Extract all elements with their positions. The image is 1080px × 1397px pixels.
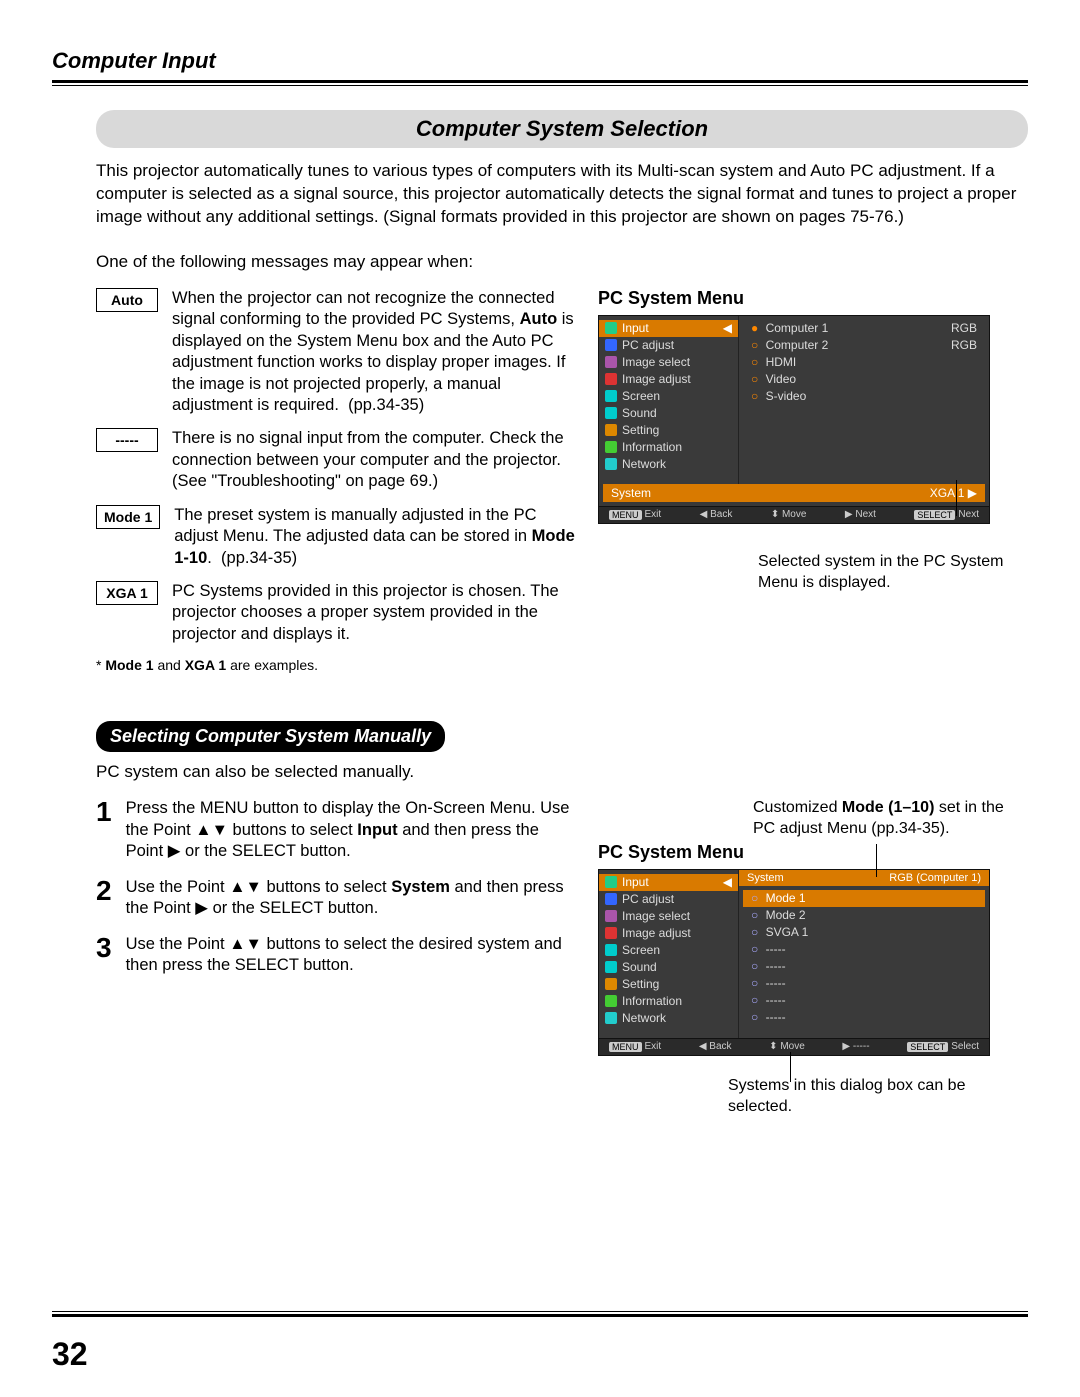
label-box: Auto	[96, 288, 158, 312]
menu-icon	[605, 893, 617, 905]
menu-right-item: ○ S-video	[743, 388, 985, 405]
menu-right-item: ○ Mode 2	[743, 907, 985, 924]
section-title: Computer System Selection	[96, 110, 1028, 148]
menu-right-item: ○ -----	[743, 941, 985, 958]
menu-left-item: Network	[599, 456, 738, 473]
menu-icon	[605, 876, 617, 888]
step-desc: Press the MENU button to display the On-…	[126, 798, 576, 862]
subsection-title: Selecting Computer System Manually	[96, 721, 445, 752]
menu-icon	[605, 339, 617, 351]
menu-icon	[605, 424, 617, 436]
menu-right-item: ○ -----	[743, 1009, 985, 1026]
menu-left-item: Screen	[599, 942, 738, 959]
menu-icon	[605, 373, 617, 385]
menu-left-item: Image adjust	[599, 371, 738, 388]
menu-right-item: ○ Mode 1	[743, 890, 985, 907]
menu-left-item: Input◀	[599, 320, 738, 337]
pc-system-menu-2: Input◀PC adjustImage selectImage adjustS…	[598, 869, 990, 1056]
menu-left-item: Input◀	[599, 874, 738, 891]
menu-left-item: Screen	[599, 388, 738, 405]
menu-right-item: ○ -----	[743, 992, 985, 1009]
menu-left-item: Network	[599, 1010, 738, 1027]
menu-right-item: ● Computer 1RGB	[743, 320, 985, 337]
menu-icon	[605, 927, 617, 939]
label-box: Mode 1	[96, 505, 160, 529]
page-header: Computer Input	[52, 48, 1028, 74]
menu-left-item: Information	[599, 439, 738, 456]
menu-left-item: Image select	[599, 908, 738, 925]
menu-icon	[605, 322, 617, 334]
menu-left-item: Image select	[599, 354, 738, 371]
menu-icon	[605, 961, 617, 973]
msg-desc: There is no signal input from the comput…	[172, 428, 576, 492]
menu-left-item: PC adjust	[599, 337, 738, 354]
menu-left-item: Sound	[599, 405, 738, 422]
menu2-top-caption: Customized Mode (1–10) set in the PC adj…	[753, 798, 1028, 840]
manual-intro: PC system can also be selected manually.	[96, 762, 1028, 782]
step-number: 3	[96, 934, 112, 977]
menu-right-item: ○ HDMI	[743, 354, 985, 371]
step-number: 2	[96, 877, 112, 920]
menu-icon	[605, 1012, 617, 1024]
intro-text: This projector automatically tunes to va…	[96, 160, 1028, 229]
step-desc: Use the Point ▲▼ buttons to select the d…	[126, 934, 576, 977]
menu-left-item: Setting	[599, 976, 738, 993]
menu-left-item: Image adjust	[599, 925, 738, 942]
menu2-title: PC System Menu	[598, 842, 1028, 863]
label-box: -----	[96, 428, 158, 452]
menu-left-item: PC adjust	[599, 891, 738, 908]
step-number: 1	[96, 798, 112, 862]
system-row: SystemXGA 1 ▶	[603, 484, 985, 502]
menu-left-item: Sound	[599, 959, 738, 976]
msg-desc: The preset system is manually adjusted i…	[174, 505, 576, 569]
menu-icon	[605, 458, 617, 470]
page-number: 32	[52, 1336, 88, 1373]
menu-right-item: ○ -----	[743, 975, 985, 992]
msg-desc: When the projector can not recognize the…	[172, 288, 576, 417]
menu1-title: PC System Menu	[598, 288, 1028, 309]
menu-icon	[605, 910, 617, 922]
step-desc: Use the Point ▲▼ buttons to select Syste…	[126, 877, 576, 920]
menu-left-item: Setting	[599, 422, 738, 439]
footnote: * Mode 1 and XGA 1 are examples.	[96, 657, 576, 673]
menu-right-item: ○ Computer 2RGB	[743, 337, 985, 354]
menu-icon	[605, 944, 617, 956]
msg-desc: PC Systems provided in this projector is…	[172, 581, 576, 645]
label-box: XGA 1	[96, 581, 158, 605]
menu2-caption: Systems in this dialog box can be select…	[728, 1076, 1028, 1118]
menu-icon	[605, 407, 617, 419]
menu1-caption: Selected system in the PC System Menu is…	[758, 552, 1028, 594]
menu-left-item: Information	[599, 993, 738, 1010]
menu-icon	[605, 390, 617, 402]
menu-icon	[605, 441, 617, 453]
menu-right-item: ○ Video	[743, 371, 985, 388]
menu-icon	[605, 995, 617, 1007]
menu-icon	[605, 978, 617, 990]
menu-icon	[605, 356, 617, 368]
intro-text-2: One of the following messages may appear…	[96, 251, 1028, 274]
menu-right-item: ○ -----	[743, 958, 985, 975]
menu-right-item: ○ SVGA 1	[743, 924, 985, 941]
pc-system-menu-1: Input◀PC adjustImage selectImage adjustS…	[598, 315, 990, 524]
